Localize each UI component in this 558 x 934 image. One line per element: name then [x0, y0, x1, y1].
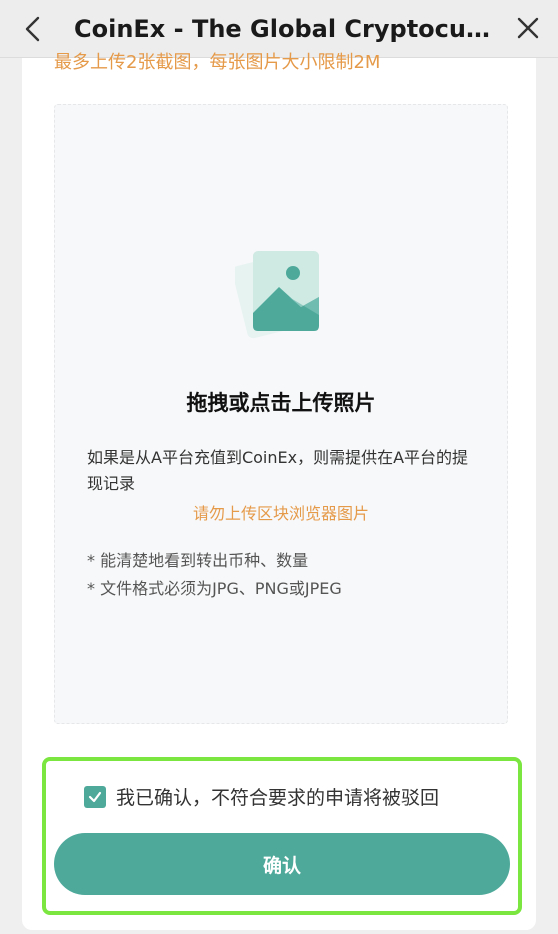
image-upload-icon [232, 245, 335, 341]
checkmark-icon [88, 791, 102, 802]
confirm-checkbox[interactable] [84, 785, 106, 808]
confirm-checkbox-row[interactable]: 我已确认，不符合要求的申请将被驳回 [84, 783, 439, 810]
drop-title: 拖拽或点击上传照片 [186, 391, 376, 415]
upload-warning: 请勿上传区块浏览器图片 [192, 504, 369, 523]
requirements-list: * 能清楚地看到转出币种、数量 * 文件格式必须为JPG、PNG或JPEG [87, 547, 477, 603]
close-icon [517, 17, 539, 39]
page-title: CoinEx - The Global Cryptocurrency Excha… [74, 15, 494, 43]
top-bar: CoinEx - The Global Cryptocurrency Excha… [0, 0, 558, 58]
confirm-checkbox-label: 我已确认，不符合要求的申请将被驳回 [116, 787, 440, 809]
back-button[interactable] [18, 12, 50, 46]
confirm-button[interactable]: 确认 [54, 833, 510, 895]
close-button[interactable] [512, 12, 544, 46]
upload-description: 如果是从A平台充值到CoinEx，则需提供在A平台的提现记录 [87, 448, 469, 493]
requirement-item: * 能清楚地看到转出币种、数量 [87, 551, 309, 570]
requirement-item: * 文件格式必须为JPG、PNG或JPEG [87, 579, 342, 598]
upload-limit-hint: 最多上传2张截图，每张图片大小限制2M [54, 52, 381, 73]
chevron-left-icon [25, 16, 40, 42]
confirm-panel: 我已确认，不符合要求的申请将被驳回 确认 [42, 757, 522, 915]
upload-dropzone[interactable]: 拖拽或点击上传照片 如果是从A平台充值到CoinEx，则需提供在A平台的提现记录… [54, 104, 508, 724]
